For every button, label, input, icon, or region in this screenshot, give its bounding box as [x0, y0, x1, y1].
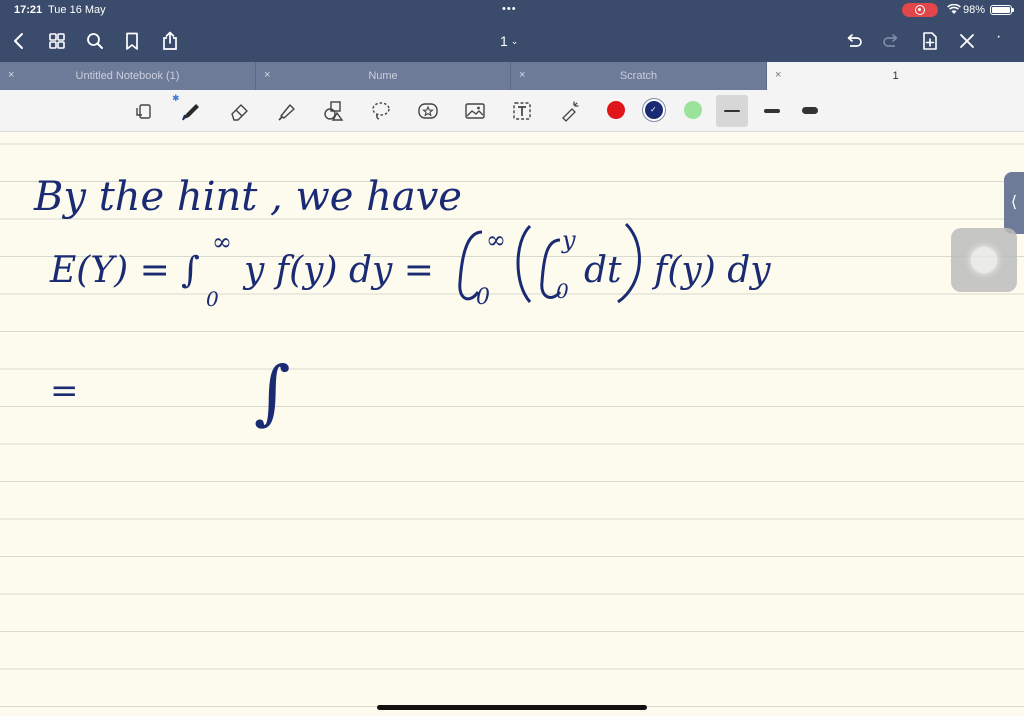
bookmark-icon[interactable]: [121, 30, 143, 52]
share-icon[interactable]: [159, 30, 181, 52]
note-line-1: By the hint , we have: [33, 174, 462, 220]
more-icon[interactable]: ·: [996, 28, 1001, 46]
shapes-icon[interactable]: [322, 99, 346, 123]
battery-icon: [990, 5, 1014, 15]
tab-label: Scratch: [619, 70, 658, 82]
tools-toolbar: ✱ ✓: [0, 90, 1024, 132]
note-tail: f(y) dy: [651, 250, 771, 291]
wifi-icon: [947, 3, 961, 18]
grid-icon[interactable]: [46, 30, 68, 52]
chevron-down-icon: ⌄: [510, 36, 519, 46]
tab-untitled-notebook[interactable]: × Untitled Notebook (1): [0, 62, 256, 90]
note-lower-limit-2: 0: [476, 285, 490, 310]
battery-percent: 98%: [963, 4, 986, 16]
checkmark-icon: ✓: [650, 105, 657, 114]
laser-pointer-icon[interactable]: [557, 99, 581, 123]
status-bar: 17:21 Tue 16 May ••• 98%: [0, 0, 1024, 20]
stroke-thin-selected[interactable]: [716, 95, 748, 127]
close-icon[interactable]: [956, 30, 978, 52]
side-panel-handle[interactable]: ⟨: [1004, 172, 1024, 234]
lasso-icon[interactable]: [369, 99, 393, 123]
tab-label: Nume: [368, 70, 398, 82]
sticker-icon[interactable]: [416, 99, 440, 123]
nav-bar: 1 ⌄ ·: [0, 20, 1024, 62]
multitasking-dots-icon[interactable]: •••: [502, 3, 517, 15]
note-upper-limit: ∞: [212, 228, 232, 256]
page-number: 1: [500, 33, 508, 49]
color-swatch-navy[interactable]: ✓: [645, 101, 663, 119]
note-lower-limit: 0: [206, 287, 219, 311]
redo-icon[interactable]: [880, 30, 902, 52]
tab-label: 1: [892, 70, 899, 82]
undo-icon[interactable]: [843, 30, 865, 52]
tab-bar: × Untitled Notebook (1) × Nume × Scratch…: [0, 62, 1024, 90]
note-open-paren: [516, 224, 532, 303]
note-upper-limit-2: ∞: [486, 226, 506, 254]
note-equals: =: [50, 371, 79, 411]
tab-scratch[interactable]: × Scratch: [511, 62, 767, 90]
stroke-thick[interactable]: [796, 95, 824, 127]
note-integrand: y f(y) dy =: [242, 250, 434, 291]
tab-label: Untitled Notebook (1): [75, 70, 180, 82]
note-inner-upper: y: [561, 226, 576, 254]
screen-recording-icon[interactable]: [902, 3, 938, 17]
search-icon[interactable]: [84, 30, 106, 52]
note-expectation-lhs: E(Y) = ∫: [49, 250, 200, 291]
text-icon[interactable]: [510, 99, 534, 123]
note-integral-start: ∫: [254, 351, 290, 433]
note-inner-dt: dt: [584, 250, 622, 291]
back-icon[interactable]: [8, 30, 30, 52]
stroke-medium[interactable]: [758, 95, 786, 127]
lasso-select-icon[interactable]: [133, 99, 157, 123]
status-date: Tue 16 May: [48, 4, 106, 16]
status-time: 17:21: [14, 4, 43, 16]
pen-icon[interactable]: [179, 99, 203, 123]
notebook-page[interactable]: By the hint , we have E(Y) = ∫ ∞ 0 y f(y…: [0, 132, 1024, 716]
eraser-icon[interactable]: [228, 99, 252, 123]
color-swatch-red[interactable]: [607, 101, 625, 119]
note-inner-lower: 0: [556, 279, 569, 303]
color-swatch-light-green[interactable]: [684, 101, 702, 119]
page-selector[interactable]: 1 ⌄: [500, 33, 518, 49]
home-indicator[interactable]: [377, 705, 647, 710]
floating-action-button[interactable]: [951, 228, 1017, 292]
tab-nume[interactable]: × Nume: [256, 62, 511, 90]
image-icon[interactable]: [463, 99, 487, 123]
add-page-icon[interactable]: [919, 30, 941, 52]
tab-1-active[interactable]: × 1: [767, 62, 1024, 90]
highlighter-icon[interactable]: [275, 99, 299, 123]
handwritten-notes: By the hint , we have E(Y) = ∫ ∞ 0 y f(y…: [33, 174, 771, 433]
